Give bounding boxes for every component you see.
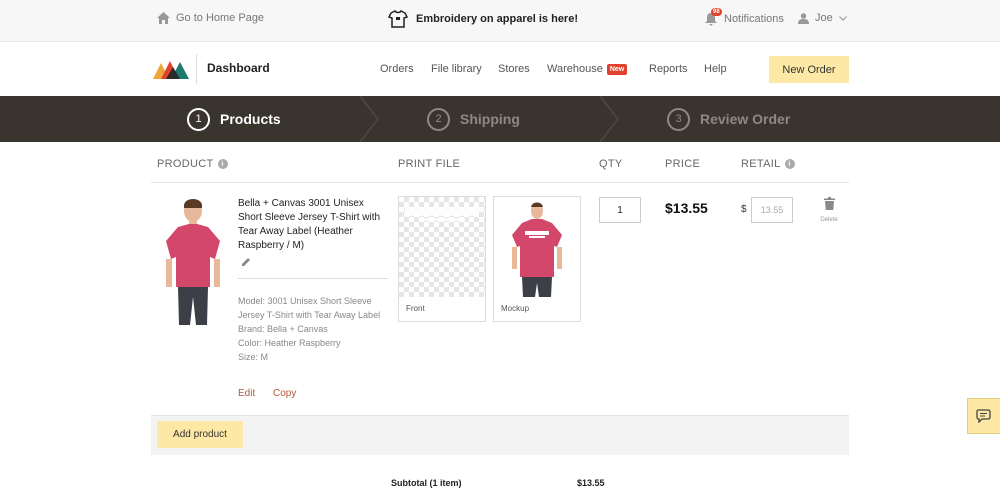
product-size: Size: M bbox=[238, 352, 269, 362]
item-price: $13.55 bbox=[665, 200, 708, 216]
new-order-button[interactable]: New Order bbox=[769, 56, 849, 83]
nav-item-warehouse[interactable]: Warehouse New bbox=[547, 63, 628, 75]
delete-button[interactable]: Delete bbox=[818, 197, 840, 223]
step-number: 2 bbox=[427, 107, 450, 131]
add-product-bar bbox=[151, 415, 849, 455]
subtotal-value: $13.55 bbox=[577, 478, 605, 488]
logo-divider bbox=[196, 54, 197, 84]
mockup-label: Mockup bbox=[501, 304, 530, 313]
subtotal-label: Subtotal (1 item) bbox=[391, 478, 462, 488]
step-label: Products bbox=[220, 111, 281, 127]
product-image bbox=[166, 199, 220, 325]
home-link-label: Go to Home Page bbox=[176, 12, 265, 24]
quantity-input[interactable]: 1 bbox=[599, 197, 641, 223]
edit-link[interactable]: Edit bbox=[238, 388, 255, 399]
header-divider bbox=[151, 182, 849, 183]
header-product-label: PRODUCT bbox=[157, 158, 214, 170]
notifications-link[interactable]: 98 Notifications bbox=[704, 8, 784, 26]
print-file-mockup[interactable]: Mockup bbox=[493, 196, 581, 322]
design-preview bbox=[405, 207, 479, 221]
front-label: Front bbox=[406, 304, 425, 313]
print-file-front[interactable]: Front bbox=[398, 196, 486, 322]
nav-item-help[interactable]: Help bbox=[704, 63, 727, 75]
step-number: 3 bbox=[667, 107, 690, 131]
logo[interactable] bbox=[153, 59, 189, 79]
product-details: Model: 3001 Unisex Short Sleeve Jersey T… bbox=[238, 294, 388, 364]
header-qty: QTY bbox=[599, 158, 623, 170]
nav-item-warehouse-label: Warehouse bbox=[547, 63, 603, 75]
product-brand: Brand: Bella + Canvas bbox=[238, 324, 328, 334]
nav-item-reports[interactable]: Reports bbox=[649, 63, 688, 75]
chat-widget[interactable] bbox=[967, 398, 1000, 434]
promo-banner[interactable]: Embroidery on apparel is here! bbox=[388, 9, 578, 29]
print-file-preview bbox=[399, 197, 485, 297]
tshirt-icon bbox=[388, 9, 408, 28]
new-badge: New bbox=[606, 63, 628, 75]
home-icon bbox=[157, 12, 170, 24]
top-utility-bar: Go to Home Page Embroidery on apparel is… bbox=[0, 0, 1000, 42]
header-retail: RETAIL i bbox=[741, 158, 795, 170]
product-model: Model: 3001 Unisex Short Sleeve Jersey T… bbox=[238, 296, 381, 320]
step-shipping[interactable]: 2 Shipping bbox=[427, 96, 520, 142]
step-label: Review Order bbox=[700, 111, 791, 127]
header-price: PRICE bbox=[665, 158, 701, 170]
user-icon bbox=[798, 12, 809, 24]
nav-item-stores[interactable]: Stores bbox=[498, 63, 530, 75]
step-review-order[interactable]: 3 Review Order bbox=[667, 96, 790, 142]
nav-item-orders[interactable]: Orders bbox=[380, 63, 414, 75]
user-name: Joe bbox=[815, 12, 833, 24]
notifications-count-badge: 98 bbox=[711, 8, 722, 16]
dashboard-title[interactable]: Dashboard bbox=[207, 61, 270, 75]
delete-label: Delete bbox=[820, 217, 838, 223]
retail-currency: $ bbox=[741, 204, 747, 215]
step-divider bbox=[600, 96, 620, 142]
chat-icon bbox=[976, 409, 991, 423]
info-icon[interactable]: i bbox=[217, 159, 228, 169]
trash-icon bbox=[823, 197, 835, 210]
chevron-down-icon bbox=[838, 15, 847, 21]
step-number: 1 bbox=[187, 107, 210, 131]
product-title[interactable]: Bella + Canvas 3001 Unisex Short Sleeve … bbox=[238, 197, 390, 253]
pencil-icon[interactable] bbox=[241, 257, 251, 267]
notifications-label: Notifications bbox=[724, 13, 784, 25]
product-color: Color: Heather Raspberry bbox=[238, 338, 341, 348]
nav-item-file-library[interactable]: File library bbox=[431, 63, 482, 75]
bell-icon: 98 bbox=[704, 8, 722, 26]
home-link[interactable]: Go to Home Page bbox=[157, 12, 264, 24]
copy-link[interactable]: Copy bbox=[273, 388, 296, 399]
step-divider bbox=[360, 96, 380, 142]
product-divider bbox=[238, 278, 388, 279]
step-label: Shipping bbox=[460, 111, 520, 127]
header-print-file: PRINT FILE bbox=[398, 158, 461, 170]
add-product-button[interactable]: Add product bbox=[157, 421, 243, 448]
header-product: PRODUCT i bbox=[157, 158, 228, 170]
header-retail-label: RETAIL bbox=[741, 158, 781, 170]
promo-text: Embroidery on apparel is here! bbox=[416, 13, 578, 25]
main-nav: Dashboard Orders File library Stores War… bbox=[0, 43, 1000, 96]
mockup-image bbox=[494, 197, 580, 297]
order-stepper: 1 Products 2 Shipping 3 Review Order bbox=[0, 96, 1000, 142]
user-menu[interactable]: Joe bbox=[798, 12, 847, 24]
retail-price-input[interactable]: 13.55 bbox=[751, 197, 793, 223]
info-icon[interactable]: i bbox=[784, 159, 795, 169]
step-products[interactable]: 1 Products bbox=[187, 96, 281, 142]
